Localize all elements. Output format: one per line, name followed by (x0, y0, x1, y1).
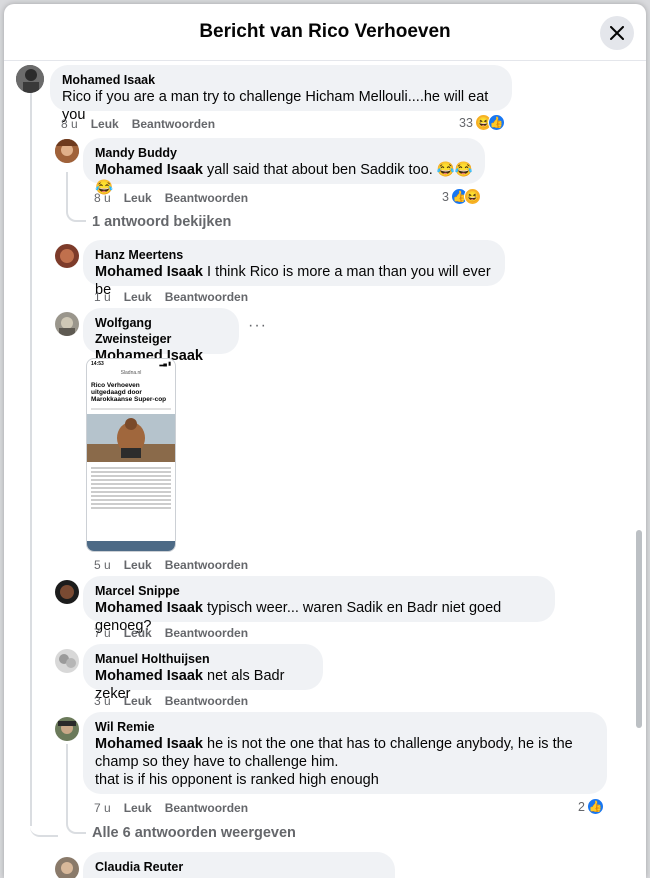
comment-bubble: Claudia Reuter (83, 852, 395, 878)
reply-button[interactable]: Beantwoorden (165, 558, 248, 572)
reaction-number: 3 (442, 189, 449, 204)
reaction-number: 33 (459, 115, 473, 130)
like-button[interactable]: Leuk (124, 290, 152, 304)
comment-author[interactable]: Wolfgang Zweinsteiger (95, 315, 227, 347)
image-body-lines (87, 462, 175, 514)
comment-time[interactable]: 5 u (94, 558, 111, 572)
like-button[interactable]: Leuk (124, 558, 152, 572)
image-meta (91, 408, 171, 410)
comment-time[interactable]: 7 u (94, 801, 111, 815)
reactions-count[interactable]: 3 👍 😆 (442, 188, 481, 205)
comment-text-line: champ so they have to challenge him. (95, 754, 339, 770)
comment-author[interactable]: Hanz Meertens (95, 247, 493, 263)
more-options-button[interactable]: ··· (248, 317, 267, 335)
reply-branch (66, 172, 86, 222)
close-button[interactable] (600, 16, 634, 50)
comment-author[interactable]: Marcel Snippe (95, 583, 543, 599)
comment-time[interactable]: 7 u (94, 626, 111, 640)
comment-bubble: Mandy Buddy Mohamed Isaak yall said that… (83, 138, 485, 196)
like-icon: 👍 (586, 798, 604, 815)
comment-actions: 8 u Leuk Beantwoorden (94, 191, 261, 205)
comment-time[interactable]: 3 u (94, 694, 111, 708)
post-dialog: Bericht van Rico Verhoeven Mohamed Isaak… (4, 4, 646, 878)
reply-button[interactable]: Beantwoorden (165, 290, 248, 304)
reply-button[interactable]: Beantwoorden (132, 117, 215, 131)
comment-mention[interactable]: Mohamed Isaak (95, 668, 203, 684)
comment-image[interactable]: 14:53 ▂▄ ▮ Sladna.nl Rico Verhoeven uitg… (86, 358, 176, 552)
reply-button[interactable]: Beantwoorden (165, 626, 248, 640)
reply-button[interactable]: Beantwoorden (165, 801, 248, 815)
image-headline: Rico Verhoeven uitgedaagd door Marokkaan… (91, 382, 167, 403)
comment-time[interactable]: 8 u (61, 117, 78, 131)
image-status-time: 14:53 (91, 361, 104, 367)
avatar[interactable] (55, 649, 79, 673)
comment-mention[interactable]: Mohamed Isaak (95, 736, 203, 752)
comment-author[interactable]: Wil Remie (95, 719, 595, 735)
scrollbar-thumb[interactable] (636, 530, 642, 728)
comment-actions: 8 u Leuk Beantwoorden (61, 117, 228, 131)
comment-time[interactable]: 8 u (94, 191, 111, 205)
close-icon (610, 26, 624, 40)
comment-text-line: that is if his opponent is ranked high e… (95, 772, 379, 788)
like-button[interactable]: Leuk (124, 191, 152, 205)
comment-actions: 7 u Leuk Beantwoorden (94, 801, 261, 815)
comment-actions: 7 u Leuk Beantwoorden (94, 626, 261, 640)
comments-list[interactable]: Mohamed Isaak Rico if you are a man try … (4, 62, 646, 878)
status-icons: ▂▄ ▮ (159, 361, 171, 367)
image-bottom-bar (87, 541, 175, 551)
comment-bubble: Mohamed Isaak Rico if you are a man try … (50, 65, 512, 123)
dialog-header: Bericht van Rico Verhoeven (4, 4, 646, 61)
thread-branch (30, 821, 58, 837)
dialog-title: Bericht van Rico Verhoeven (199, 21, 451, 42)
reply-button[interactable]: Beantwoorden (165, 191, 248, 205)
image-site: Sladna.nl (120, 370, 142, 376)
avatar[interactable] (55, 857, 79, 878)
comment-mention[interactable]: Mohamed Isaak (95, 600, 203, 616)
comment-actions: 5 u Leuk Beantwoorden (94, 558, 261, 572)
reactions-count[interactable]: 33 😆 👍 (459, 114, 505, 131)
comment-author[interactable]: Mandy Buddy (95, 145, 473, 161)
comment-bubble: Hanz Meertens Mohamed Isaak I think Rico… (83, 240, 505, 298)
like-button[interactable]: Leuk (124, 626, 152, 640)
avatar[interactable] (55, 244, 79, 268)
like-button[interactable]: Leuk (124, 801, 152, 815)
comment-author[interactable]: Manuel Holthuijsen (95, 651, 311, 667)
comment-actions: 3 u Leuk Beantwoorden (94, 694, 261, 708)
like-button[interactable]: Leuk (91, 117, 119, 131)
comment-bubble: Wolfgang Zweinsteiger Mohamed Isaak (83, 308, 239, 364)
comment-bubble: Marcel Snippe Mohamed Isaak typisch weer… (83, 576, 555, 634)
image-photo (87, 414, 175, 462)
avatar[interactable] (55, 312, 79, 336)
comment-bubble: Manuel Holthuijsen Mohamed Isaak net als… (83, 644, 323, 702)
like-button[interactable]: Leuk (124, 694, 152, 708)
reply-button[interactable]: Beantwoorden (165, 694, 248, 708)
thread-line (30, 86, 32, 826)
comment-author[interactable]: Mohamed Isaak (62, 72, 500, 88)
avatar[interactable] (55, 139, 79, 163)
comment-mention[interactable]: Mohamed Isaak (95, 162, 203, 178)
comment-bubble: Wil Remie Mohamed Isaak he is not the on… (83, 712, 607, 794)
reactions-count[interactable]: 2 👍 (578, 798, 604, 815)
like-icon: 👍 (487, 114, 505, 131)
avatar[interactable] (55, 580, 79, 604)
comment-time[interactable]: 1 u (94, 290, 111, 304)
reaction-number: 2 (578, 799, 585, 814)
view-all-replies-link[interactable]: Alle 6 antwoorden weergeven (92, 825, 296, 841)
comment-actions: 1 u Leuk Beantwoorden (94, 290, 261, 304)
haha-icon: 😆 (463, 188, 481, 205)
avatar[interactable] (55, 717, 79, 741)
comment-author[interactable]: Claudia Reuter (95, 859, 383, 875)
comment-text: he is not the one that has to challenge … (203, 736, 573, 752)
avatar[interactable] (16, 65, 44, 93)
view-replies-link[interactable]: 1 antwoord bekijken (92, 214, 231, 230)
comment-mention[interactable]: Mohamed Isaak (95, 264, 203, 280)
